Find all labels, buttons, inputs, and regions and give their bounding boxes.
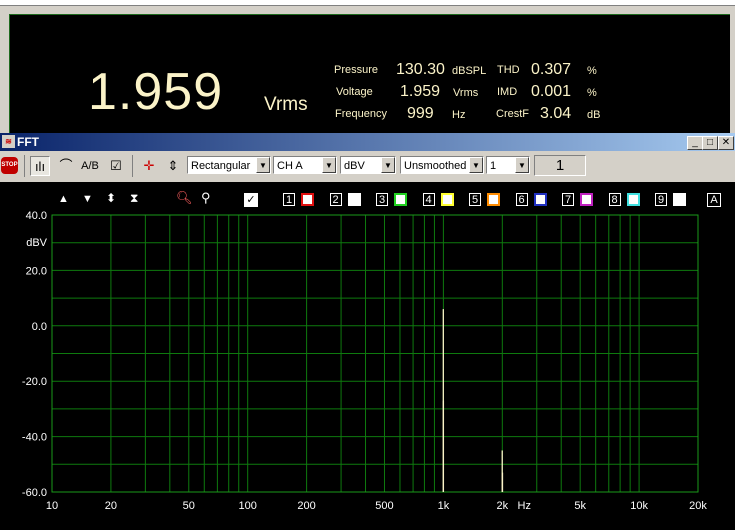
smoothing-select[interactable]: Unsmoothed ▼ xyxy=(400,156,484,174)
frequency-label: Frequency xyxy=(335,108,387,120)
fft-spectrum-chart: 40.0 20.0 0.0 -20.0 -40.0 -60.0 dBV 10 20 50 100 20… xyxy=(22,210,707,512)
meter-top-border xyxy=(0,0,735,6)
bar-graph-icon[interactable]: ılı xyxy=(30,156,50,176)
crest-factor-label: CrestF xyxy=(496,108,529,120)
y-axis-label: dBV xyxy=(26,237,47,249)
main-reading-value: 1.959 xyxy=(88,63,224,121)
x-tick-label: 50 xyxy=(183,500,195,512)
imd-value: 0.001 xyxy=(531,83,572,100)
y-tick-label: -40.0 xyxy=(22,432,47,444)
cursor-cross-icon[interactable]: ✛ xyxy=(139,156,159,176)
voltage-label: Voltage xyxy=(336,86,373,98)
x-tick-label: 500 xyxy=(375,500,393,512)
crest-factor-unit: dB xyxy=(587,109,601,121)
x-tick-label: 5k xyxy=(574,500,586,512)
x-tick-label: 200 xyxy=(297,500,315,512)
x-tick-label: 1k xyxy=(438,500,450,512)
average-select[interactable]: 1 ▼ xyxy=(486,156,530,174)
y-tick-label: -60.0 xyxy=(22,487,47,499)
frequency-value: 999 xyxy=(407,105,434,122)
channel-select[interactable]: CH A ▼ xyxy=(273,156,337,174)
thd-label: THD xyxy=(497,64,520,76)
x-tick-label: 10 xyxy=(46,500,58,512)
channel-value: CH A xyxy=(277,160,303,172)
thd-unit: % xyxy=(587,65,597,77)
toolbar-separator xyxy=(24,155,25,177)
pressure-unit: dBSPL xyxy=(452,65,487,77)
average-value: 1 xyxy=(490,160,497,172)
minimize-icon[interactable]: _ xyxy=(687,136,703,150)
unit-value: dBV xyxy=(344,160,365,172)
imd-label: IMD xyxy=(497,86,518,98)
x-axis-label: Hz xyxy=(518,500,531,512)
close-icon[interactable]: ✕ xyxy=(718,136,734,150)
fft-window-title: FFT xyxy=(17,135,39,149)
voltage-unit: Vrms xyxy=(453,87,479,99)
stop-icon[interactable]: STOP xyxy=(1,157,18,174)
line-graph-icon[interactable]: ⌒ xyxy=(56,156,76,176)
fft-window-titlebar[interactable] xyxy=(0,133,735,151)
imd-unit: % xyxy=(587,87,597,99)
y-tick-label: -20.0 xyxy=(22,376,47,388)
marker-spread-icon[interactable]: ⇕ xyxy=(163,156,183,176)
unit-select[interactable]: dBV ▼ xyxy=(340,156,396,174)
chevron-down-icon[interactable]: ▼ xyxy=(515,157,529,173)
checklist-icon[interactable]: ☑ xyxy=(106,156,126,176)
y-tick-label: 20.0 xyxy=(26,265,47,277)
voltage-value: 1.959 xyxy=(400,83,441,100)
pressure-label: Pressure xyxy=(334,64,379,76)
maximize-icon[interactable]: □ xyxy=(702,136,718,150)
average-counter: 1 xyxy=(534,155,586,176)
x-tick-label: 2k xyxy=(496,500,508,512)
chevron-down-icon[interactable]: ▼ xyxy=(381,157,395,173)
window-type-select[interactable]: Rectangular ▼ xyxy=(187,156,271,174)
y-tick-label: 40.0 xyxy=(26,210,47,222)
y-tick-label: 0.0 xyxy=(32,321,47,333)
x-tick-label: 100 xyxy=(239,500,257,512)
chevron-down-icon[interactable]: ▼ xyxy=(256,157,270,173)
chevron-down-icon[interactable]: ▼ xyxy=(322,157,336,173)
smoothing-value: Unsmoothed xyxy=(404,160,467,172)
crest-factor-value: 3.04 xyxy=(540,105,572,122)
x-tick-label: 20 xyxy=(105,500,117,512)
x-tick-label: 20k xyxy=(689,500,707,512)
pressure-value: 130.30 xyxy=(396,61,445,78)
chevron-down-icon[interactable]: ▼ xyxy=(469,157,483,173)
main-reading-unit: Vrms xyxy=(264,94,308,115)
frequency-unit: Hz xyxy=(452,109,466,121)
toolbar-separator xyxy=(132,155,133,177)
thd-value: 0.307 xyxy=(531,61,572,78)
window-type-value: Rectangular xyxy=(191,160,251,172)
ab-compare-icon[interactable]: A/B xyxy=(80,156,100,176)
x-tick-label: 10k xyxy=(630,500,648,512)
fft-window-icon[interactable]: ≋ xyxy=(2,135,15,148)
